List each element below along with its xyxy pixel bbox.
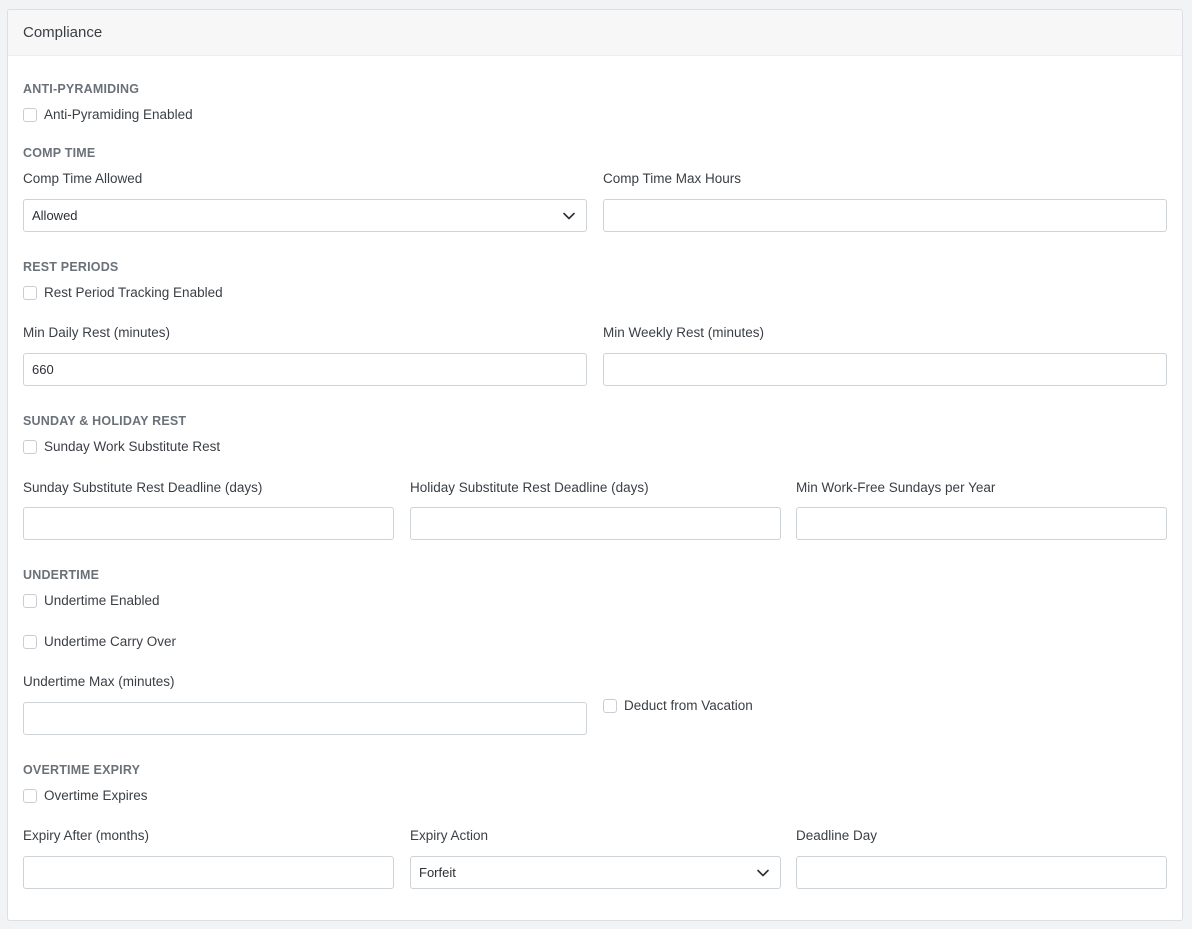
rest-period-tracking-checkbox-row[interactable]: Rest Period Tracking Enabled: [23, 285, 223, 300]
overtime-expires-label: Overtime Expires: [44, 788, 148, 803]
min-sundays-label: Min Work-Free Sundays per Year: [796, 480, 996, 495]
expiry-action-value: Forfeit: [419, 865, 456, 880]
comp-time-max-hours-label: Comp Time Max Hours: [603, 171, 742, 186]
section-title-comp-time: COMP TIME: [23, 146, 96, 160]
panel-header: Compliance: [8, 10, 1182, 56]
deduct-from-vacation-checkbox[interactable]: [603, 698, 617, 713]
undertime-enabled-label: Undertime Enabled: [44, 593, 160, 608]
expiry-action-select[interactable]: Forfeit: [410, 856, 781, 889]
chevron-down-icon: [756, 866, 770, 880]
expiry-action-label: Expiry Action: [410, 828, 489, 843]
anti-pyramiding-enabled-checkbox-row[interactable]: Anti-Pyramiding Enabled: [23, 107, 193, 122]
anti-pyramiding-enabled-label: Anti-Pyramiding Enabled: [44, 107, 193, 122]
min-weekly-rest-input[interactable]: [603, 353, 1167, 386]
undertime-carry-over-checkbox[interactable]: [23, 634, 37, 649]
undertime-enabled-checkbox-row[interactable]: Undertime Enabled: [23, 593, 160, 608]
min-daily-rest-label: Min Daily Rest (minutes): [23, 325, 171, 340]
section-title-anti-pyramiding: ANTI-PYRAMIDING: [23, 82, 140, 96]
deadline-day-input[interactable]: [796, 856, 1167, 889]
rest-period-tracking-checkbox[interactable]: [23, 285, 37, 300]
undertime-max-label: Undertime Max (minutes): [23, 674, 175, 689]
holiday-deadline-input[interactable]: [410, 507, 781, 540]
compliance-panel: Compliance ANTI-PYRAMIDING Anti-Pyramidi…: [7, 9, 1183, 921]
chevron-down-icon: [562, 209, 576, 223]
expiry-after-input[interactable]: [23, 856, 394, 889]
expiry-after-label: Expiry After (months): [23, 828, 150, 843]
min-weekly-rest-label: Min Weekly Rest (minutes): [603, 325, 765, 340]
section-title-overtime-expiry: OVERTIME EXPIRY: [23, 763, 141, 777]
anti-pyramiding-enabled-checkbox[interactable]: [23, 107, 37, 122]
holiday-deadline-label: Holiday Substitute Rest Deadline (days): [410, 480, 649, 495]
sunday-deadline-input[interactable]: [23, 507, 394, 540]
rest-period-tracking-label: Rest Period Tracking Enabled: [44, 285, 223, 300]
panel-title: Compliance: [23, 24, 103, 41]
section-title-rest-periods: REST PERIODS: [23, 260, 119, 274]
section-title-sunday-holiday-rest: SUNDAY & HOLIDAY REST: [23, 414, 187, 428]
sunday-substitute-rest-checkbox-row[interactable]: Sunday Work Substitute Rest: [23, 439, 220, 454]
sunday-substitute-rest-checkbox[interactable]: [23, 439, 37, 454]
overtime-expires-checkbox[interactable]: [23, 788, 37, 803]
overtime-expires-checkbox-row[interactable]: Overtime Expires: [23, 788, 148, 803]
min-daily-rest-input[interactable]: 660: [23, 353, 587, 386]
sunday-deadline-label: Sunday Substitute Rest Deadline (days): [23, 480, 263, 495]
comp-time-allowed-value: Allowed: [32, 208, 78, 223]
comp-time-allowed-select[interactable]: Allowed: [23, 199, 587, 232]
undertime-carry-over-checkbox-row[interactable]: Undertime Carry Over: [23, 634, 176, 649]
undertime-max-input[interactable]: [23, 702, 587, 735]
min-sundays-input[interactable]: [796, 507, 1167, 540]
section-title-undertime: UNDERTIME: [23, 568, 100, 582]
undertime-carry-over-label: Undertime Carry Over: [44, 634, 177, 649]
sunday-substitute-rest-label: Sunday Work Substitute Rest: [44, 439, 221, 454]
comp-time-max-hours-input[interactable]: [603, 199, 1167, 232]
comp-time-allowed-label: Comp Time Allowed: [23, 171, 143, 186]
undertime-enabled-checkbox[interactable]: [23, 593, 37, 608]
deduct-from-vacation-checkbox-row[interactable]: Deduct from Vacation: [603, 698, 753, 713]
deduct-from-vacation-label: Deduct from Vacation: [624, 698, 753, 713]
deadline-day-label: Deadline Day: [796, 828, 878, 843]
